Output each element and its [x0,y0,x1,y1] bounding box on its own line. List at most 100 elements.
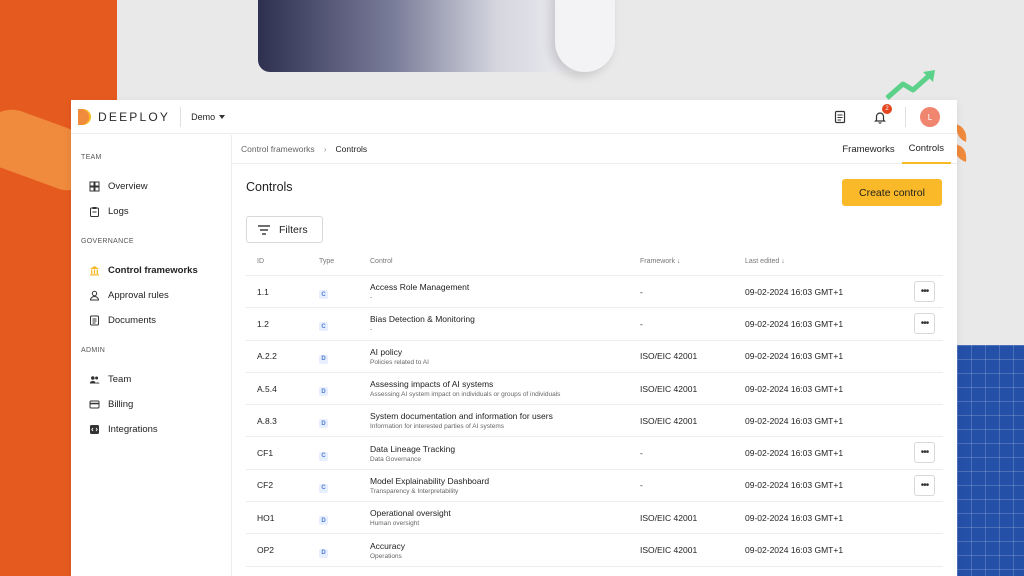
cell-control: Data Lineage Tracking Data Governance [370,444,640,463]
main-content: Control frameworks › Controls Frameworks… [231,135,957,576]
table-row[interactable]: Risk assessment [246,567,943,576]
row-menu-button[interactable]: ••• [914,474,935,496]
chevron-right-icon: › [323,144,327,154]
cell-id: CF2 [257,480,274,491]
control-name: Data Lineage Tracking [370,443,456,454]
type-badge: D [319,516,328,526]
table-row[interactable]: A.8.3 D System documentation and informati… [246,405,943,438]
cell-control: AI policy Policies related to AI [370,347,640,366]
cell-last-edited: 09-02-2024 16:03 GMT+1 [745,383,844,394]
code-box-icon [90,425,99,434]
tab-frameworks[interactable]: Frameworks [835,135,901,164]
control-description: Information for interested parties of AI… [370,423,505,431]
cell-type: D [319,380,370,398]
workspace-switcher[interactable]: Demo [191,111,226,122]
row-menu-button[interactable]: ••• [914,313,935,335]
sidebar-section-admin: ADMIN [81,347,106,354]
control-name: AI policy [370,346,403,357]
table-row[interactable]: HO1 D Operational oversight Human oversight… [246,502,943,535]
sidebar-item-label: Control frameworks [108,265,198,276]
sub-header: Control frameworks › Controls Frameworks… [232,135,957,164]
type-badge: D [319,354,328,364]
top-bar: DEEPLOY Demo 2 L [71,100,957,134]
notification-badge: 2 [882,104,892,114]
topbar-divider [905,107,906,127]
sidebar-item-team[interactable]: Team [71,367,231,392]
column-header-control[interactable]: Control [370,258,640,265]
breadcrumb-current: Controls [335,144,368,154]
cell-last-edited: 09-02-2024 16:03 GMT+1 [745,545,844,556]
document-icon [90,315,99,326]
cell-id: A.2.2 [257,351,277,362]
column-header-id[interactable]: ID [246,258,319,265]
filters-button[interactable]: Filters [246,216,323,243]
sidebar-item-overview[interactable]: Overview [71,174,231,199]
table-row[interactable]: 1.1 C Access Role Management - -09-02-2024 1… [246,276,943,309]
cell-control: Accuracy Operations [370,541,640,560]
brand-logo[interactable]: DEEPLOY [76,108,170,126]
avatar[interactable]: L [920,107,940,127]
control-description: Data Governance [370,455,421,463]
table-row[interactable]: CF1 C Data Lineage Tracking Data Governance… [246,437,943,470]
cell-id: A.5.4 [257,383,277,394]
sidebar: TEAM Overview Logs GOVERNANCE Control fr… [71,135,231,576]
control-description: Operations [370,552,402,560]
docs-button[interactable] [833,110,847,124]
table-row[interactable]: 1.2 C Bias Detection & Monitoring - -09-02-2… [246,308,943,341]
caret-down-icon [219,114,226,119]
cell-last-edited: 09-02-2024 16:03 GMT+1 [745,512,844,523]
row-menu-button[interactable]: ••• [914,281,935,302]
sidebar-item-billing[interactable]: Billing [71,392,231,417]
table-row[interactable]: CF2 C Model Explainability Dashboard Transp… [246,470,943,503]
clipboard-icon [90,207,99,217]
control-description: Human oversight [370,520,420,528]
workspace-label: Demo [191,111,216,122]
row-menu-button[interactable]: ••• [914,442,935,464]
sidebar-item-documents[interactable]: Documents [71,308,231,333]
control-description: Policies related to AI [370,358,429,366]
filters-label: Filters [279,223,308,236]
create-control-button[interactable]: Create control [842,179,942,206]
control-name: System documentation and information for… [370,411,553,422]
topbar-divider [180,106,182,127]
type-badge: C [319,290,328,300]
table-row[interactable]: OP2 D Accuracy Operations ISO/EIC 42001 09-02… [246,534,943,567]
control-description: - [370,326,373,334]
sidebar-item-integrations[interactable]: Integrations [71,417,231,442]
sidebar-item-approval-rules[interactable]: Approval rules [71,283,231,308]
cell-last-edited: 09-02-2024 16:03 GMT+1 [745,318,844,329]
cell-framework: - [640,448,643,459]
sidebar-item-label: Overview [108,181,148,192]
control-description: Transparency & Interpretability [370,487,459,495]
cell-type: D [319,541,370,559]
cell-type: C [319,315,370,333]
column-header-type[interactable]: Type [319,258,370,265]
cell-last-edited: 09-02-2024 16:03 GMT+1 [745,286,844,297]
table-row[interactable]: A.2.2 D AI policy Policies related to AI ISO… [246,341,943,373]
breadcrumb-parent-link[interactable]: Control frameworks [241,144,315,154]
control-name: Accuracy [370,540,405,551]
cell-framework: ISO/EIC 42001 [640,545,698,556]
cell-framework: - [640,480,643,491]
type-badge: C [319,322,328,332]
background-paper-curl [258,0,598,72]
sidebar-item-logs[interactable]: Logs [71,199,231,224]
page-title: Controls [246,180,293,194]
background-paper-curl-edge [555,0,615,72]
cell-control: Access Role Management - [370,282,640,301]
table-row[interactable]: A.5.4 D Assessing impacts of AI systems Ass… [246,373,943,406]
cell-type: C [319,283,370,301]
filter-icon [258,224,270,235]
column-header-last-edited[interactable]: Last edited ↓ [745,258,885,265]
sidebar-item-label: Team [108,374,132,385]
sidebar-item-control-frameworks[interactable]: Control frameworks [71,258,231,283]
sidebar-item-label: Integrations [108,424,158,435]
table-header: ID Type Control Framework ↓ Last edited … [246,248,943,276]
grid-icon [89,181,100,192]
sidebar-section-team: TEAM [81,154,102,161]
cell-control: Assessing impacts of AI systems Assessing… [370,379,640,398]
column-header-framework[interactable]: Framework ↓ [640,258,745,265]
tab-controls[interactable]: Controls [901,135,951,164]
cell-id: A.8.3 [257,415,277,426]
notifications-button[interactable]: 2 [873,104,892,124]
